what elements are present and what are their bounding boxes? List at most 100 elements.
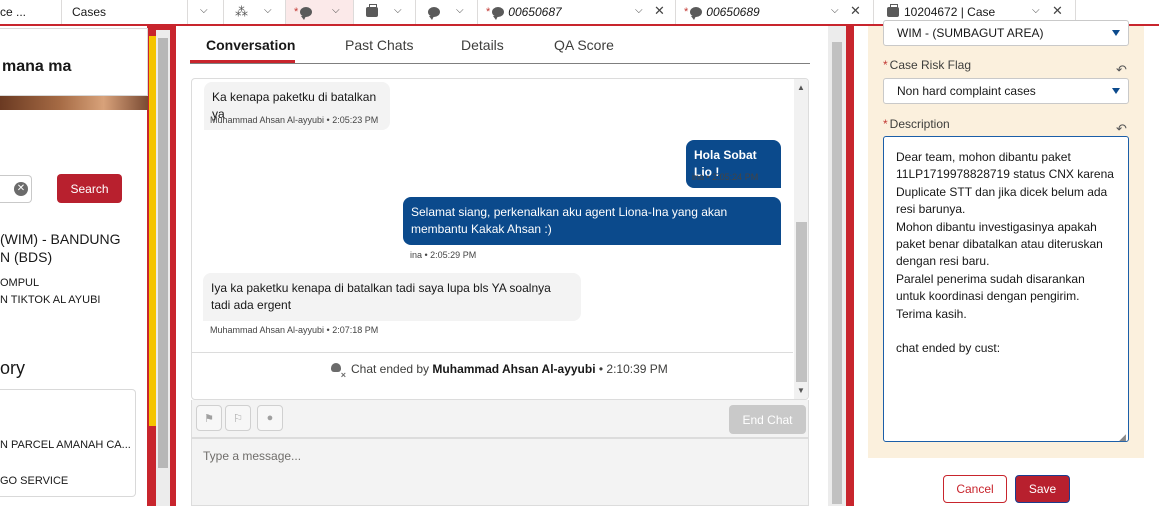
history-item[interactable]: N PARCEL AMANAH CA...	[0, 439, 131, 451]
tab-chat-00650687[interactable]: * 00650687 ⌵ ✕	[478, 0, 676, 24]
composer-placeholder: Type a message...	[203, 449, 302, 463]
message-meta: Muhammad Ahsan Al-ayyubi • 2:05:23 PM	[210, 115, 379, 125]
transfer-icon[interactable]: ⚑	[196, 405, 222, 431]
tab-details[interactable]: Details	[461, 37, 504, 53]
chat-panel: Conversation Past Chats Details QA Score…	[176, 26, 828, 506]
close-icon[interactable]: ✕	[850, 3, 861, 19]
chevron-down-icon: ⌵	[635, 5, 643, 16]
resize-handle-icon[interactable]: ◢	[1119, 432, 1126, 443]
scroll-down-icon[interactable]: ▼	[797, 386, 805, 395]
tab-chat-00650689[interactable]: * 00650689 ⌵ ✕	[676, 0, 874, 24]
risk-flag-label-text: Case Risk Flag	[889, 58, 972, 72]
chat-icon	[300, 7, 313, 20]
clear-icon[interactable]: ✕	[14, 182, 28, 196]
address-line: N (BDS)	[0, 249, 53, 265]
scrollbar-thumb[interactable]	[158, 38, 168, 468]
tab-label: 00650689	[706, 5, 760, 19]
tab-case-record[interactable]: ⌵	[354, 0, 416, 24]
tab-past-chats[interactable]: Past Chats	[345, 37, 413, 53]
chevron-down-icon: ⌵	[831, 5, 839, 16]
chevron-down-icon: ⌵	[1032, 5, 1040, 16]
chat-toolbar: ⚑ ⚐ ●	[191, 400, 809, 438]
banner-image	[0, 96, 148, 110]
chat-ended-notice: Chat ended by Muhammad Ahsan Al-ayyubi •…	[329, 362, 668, 380]
tab-omni-supervisor[interactable]: ⁂ ⌵	[224, 0, 286, 24]
quick-text-icon[interactable]: ●	[257, 405, 283, 431]
tab-label: Cases	[72, 5, 107, 19]
save-button[interactable]: Save	[1015, 475, 1070, 503]
chevron-down-icon: ⌵	[332, 5, 340, 16]
chat-icon	[690, 7, 703, 20]
left-panel: mana ma ✕ Search (WIM) - BANDUNG N (BDS)…	[0, 26, 176, 506]
tab-cases-menu[interactable]: ⌵	[188, 0, 224, 24]
app-window: ce ... Cases ⌵ ⁂ ⌵ * ⌵ ⌵ ⌵ * 00650687 ⌵ …	[0, 0, 1159, 506]
required-marker: *	[883, 58, 888, 72]
description-label: * Description	[883, 117, 950, 131]
history-title: ory	[0, 358, 26, 378]
tab-truncated[interactable]: ce ...	[0, 0, 62, 24]
case-icon	[887, 4, 899, 17]
tab-label: ce ...	[0, 5, 27, 19]
tab-conversation[interactable]: Conversation	[206, 37, 295, 53]
area-select-value: WIM - (SUMBAGUT AREA)	[897, 26, 1044, 40]
dropdown-caret-icon	[1112, 88, 1120, 94]
greeting-title: mana ma	[2, 58, 72, 75]
chevron-down-icon: ⌵	[200, 5, 208, 16]
area-select[interactable]: WIM - (SUMBAGUT AREA)	[883, 20, 1129, 46]
message-meta: ina • 2:05:24 PM	[692, 172, 759, 182]
risk-flag-select[interactable]: Non hard complaint cases	[883, 78, 1129, 104]
undo-icon[interactable]: ↶	[1116, 62, 1127, 78]
tab-qa-score[interactable]: QA Score	[554, 37, 614, 53]
tab-label: 10204672 | Case	[904, 5, 996, 19]
close-icon[interactable]: ✕	[654, 3, 665, 19]
cancel-button[interactable]: Cancel	[943, 475, 1007, 503]
description-textarea[interactable]: Dear team, mohon dibantu paket 11LP17199…	[883, 136, 1129, 442]
chevron-down-icon: ⌵	[264, 5, 272, 16]
customer-message: Iya ka paketku kenapa di batalkan tadi s…	[203, 273, 581, 321]
chat-transcript: Ka kenapa paketku di batalkan ya Muhamma…	[191, 78, 809, 400]
message-meta: Muhammad Ahsan Al-ayyubi • 2:07:18 PM	[210, 325, 379, 335]
active-tab-indicator	[190, 60, 295, 63]
tab-label: 00650687	[508, 5, 562, 19]
network-icon: ⁂	[235, 4, 248, 19]
scroll-up-icon[interactable]: ▲	[797, 83, 805, 92]
address-text: (WIM) - BANDUNG N (BDS)	[0, 230, 121, 266]
history-item[interactable]: GO SERVICE	[0, 475, 68, 487]
info-line: N TIKTOK AL AYUBI	[0, 294, 101, 306]
chat-ended-icon	[329, 362, 346, 380]
chevron-down-icon: ⌵	[456, 5, 464, 16]
left-scrollbar[interactable]	[156, 30, 170, 506]
chat-icon	[492, 7, 505, 20]
required-marker: *	[684, 6, 689, 18]
case-icon	[366, 4, 378, 17]
chat-icon	[428, 7, 440, 20]
brand-stripe	[149, 36, 156, 426]
close-icon[interactable]: ✕	[1052, 3, 1063, 19]
transcript-scrollbar[interactable]: ▲ ▼	[794, 79, 808, 399]
scrollbar-thumb[interactable]	[832, 42, 842, 504]
address-line: (WIM) - BANDUNG	[0, 231, 121, 247]
search-button[interactable]: Search	[57, 174, 122, 203]
required-marker: *	[486, 6, 491, 18]
message-meta: ina • 2:05:29 PM	[410, 250, 477, 260]
chat-tabs: Conversation Past Chats Details QA Score	[190, 26, 810, 64]
chat-ended-time: • 2:10:39 PM	[598, 362, 668, 376]
flag-icon[interactable]: ⚐	[225, 405, 251, 431]
chat-ended-name: Muhammad Ahsan Al-ayyubi	[432, 362, 596, 376]
risk-flag-value: Non hard complaint cases	[897, 84, 1036, 98]
tab-cases[interactable]: Cases	[62, 0, 188, 24]
risk-flag-label: * Case Risk Flag	[883, 58, 971, 72]
chevron-down-icon: ⌵	[394, 5, 402, 16]
center-scrollbar[interactable]	[828, 26, 846, 506]
tab-active-chat[interactable]: * ⌵	[286, 0, 354, 24]
required-marker: *	[883, 117, 888, 131]
agent-message: Selamat siang, perkenalkan aku agent Lio…	[403, 197, 781, 245]
scrollbar-thumb[interactable]	[796, 222, 807, 382]
brand-border	[846, 26, 854, 506]
end-chat-button[interactable]: End Chat	[729, 405, 806, 434]
info-line: OMPUL	[0, 277, 40, 289]
undo-icon[interactable]: ↶	[1116, 121, 1127, 137]
tab-chat-2[interactable]: ⌵	[416, 0, 478, 24]
message-composer[interactable]: Type a message...	[191, 438, 809, 506]
chat-ended-prefix: Chat ended by	[351, 362, 430, 376]
